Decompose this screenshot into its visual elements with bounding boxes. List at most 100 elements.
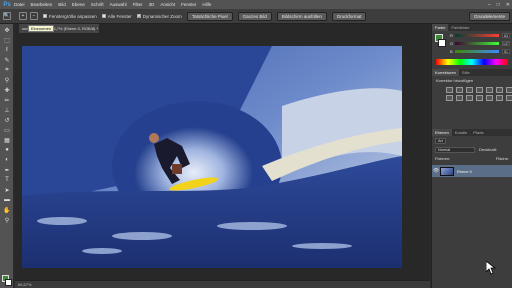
layers-lock-row: Fixieren: Fläche: <box>432 154 512 163</box>
layer-kind-filter[interactable]: Art <box>435 137 446 144</box>
layer-row[interactable]: 👁 Ebene 0 <box>432 165 512 177</box>
color-balance-icon[interactable] <box>506 87 512 93</box>
eyedropper-tool-icon[interactable]: ⚲ <box>2 76 12 84</box>
image-canvas[interactable] <box>22 46 402 268</box>
color-lookup-icon[interactable] <box>476 95 483 101</box>
adjustments-panel-tabs: Korrekturen Stile <box>432 69 512 76</box>
tab-kanaele[interactable]: Kanäle <box>452 129 470 136</box>
zoom-tool-icon[interactable]: 🔍 <box>3 12 11 20</box>
vibrance-icon[interactable] <box>486 87 493 93</box>
tab-farbfelder[interactable]: Farbfelder <box>448 24 472 31</box>
stamp-tool-icon[interactable]: ⊥ <box>2 106 12 114</box>
layer-name[interactable]: Ebene 0 <box>457 169 472 174</box>
exposure-icon[interactable] <box>476 87 483 93</box>
brightness-icon[interactable] <box>446 87 453 93</box>
slider-r-value[interactable]: 63 <box>502 32 510 38</box>
pen-tool-icon[interactable]: ✒ <box>2 166 12 174</box>
layers-panel-tabs: Ebenen Kanäle Pfade <box>432 129 512 136</box>
slider-g-track[interactable] <box>455 41 499 45</box>
scrubby-zoom-checkbox[interactable]: ✓ Dynamischer Zoom <box>136 13 182 19</box>
color-panel-tabs: Farbe Farbfelder <box>432 24 512 31</box>
background-color-swatch[interactable] <box>5 279 12 286</box>
maximize-button[interactable]: □ <box>497 2 500 8</box>
lock-label: Fixieren: <box>435 156 451 161</box>
blend-mode-select[interactable]: Normal <box>435 146 475 153</box>
scrubby-zoom-label: Dynamischer Zoom <box>142 13 182 19</box>
menu-fenster[interactable]: Fenster <box>181 2 196 7</box>
zoom-tool-icon[interactable]: ⚲ <box>2 216 12 224</box>
type-tool-icon[interactable]: T <box>2 176 12 184</box>
adjustments-title: Korrektur hinzufügen <box>436 78 474 83</box>
zoom-in-icon[interactable]: + <box>19 12 27 20</box>
slider-b-track[interactable] <box>455 49 499 53</box>
gradient-tool-icon[interactable]: ▦ <box>2 136 12 144</box>
menu-ebene[interactable]: Ebene <box>72 2 85 7</box>
healing-tool-icon[interactable]: ✚ <box>2 86 12 94</box>
menu-schrift[interactable]: Schrift <box>91 2 104 7</box>
tools-panel: ✥ ⬚ ℓ ✎ ⌗ ⚲ ✚ ✏ ⊥ ↺ ▭ ▦ ● ◐ ✒ T ➤ ▬ ✋ ⚲ <box>0 24 14 288</box>
slider-b-value[interactable]: 51 <box>502 48 510 54</box>
opacity-label: Deckkraft: <box>479 147 498 152</box>
posterize-icon[interactable] <box>496 95 503 101</box>
blur-tool-icon[interactable]: ● <box>2 146 12 154</box>
workspace-switcher[interactable]: Grundelemente <box>468 12 510 21</box>
crop-tool-icon[interactable]: ⌗ <box>2 66 12 74</box>
history-brush-tool-icon[interactable]: ↺ <box>2 116 12 124</box>
slider-g-value[interactable]: 137 <box>502 40 510 46</box>
lasso-tool-icon[interactable]: ℓ <box>2 46 12 54</box>
tab-farbe[interactable]: Farbe <box>432 24 449 31</box>
eye-icon[interactable]: 👁 <box>432 168 440 174</box>
zoom-level[interactable]: 66,67% <box>18 282 32 287</box>
menu-bearbeiten[interactable]: Bearbeiten <box>31 2 53 7</box>
invert-icon[interactable] <box>486 95 493 101</box>
menu-filter[interactable]: Filter <box>133 2 143 7</box>
menu-hilfe[interactable]: Hilfe <box>202 2 211 7</box>
path-select-tool-icon[interactable]: ➤ <box>2 186 12 194</box>
tab-pfade[interactable]: Pfade <box>470 129 486 136</box>
zoom-out-icon[interactable]: − <box>30 12 38 20</box>
slider-r[interactable]: R 63 <box>432 31 512 39</box>
menu-3d[interactable]: 3D <box>149 2 155 7</box>
hue-saturation-icon[interactable] <box>496 87 503 93</box>
minimize-button[interactable]: – <box>488 2 491 8</box>
color-spectrum[interactable] <box>436 59 508 65</box>
zoom-tooltip: Einzoomen <box>28 25 55 32</box>
tab-korrekturen[interactable]: Korrekturen <box>432 69 459 76</box>
right-panel-dock: Farbe Farbfelder R 63 G 137 B 51 Korrekt… <box>431 24 512 288</box>
brush-tool-icon[interactable]: ✏ <box>2 96 12 104</box>
close-button[interactable]: ✕ <box>506 2 510 8</box>
actual-pixels-button[interactable]: Tatsächliche Pixel <box>186 11 233 21</box>
black-white-icon[interactable] <box>446 95 453 101</box>
layers-blend-row: Normal Deckkraft: <box>432 145 512 154</box>
fit-screen-button[interactable]: Ganzes Bild <box>237 11 272 21</box>
threshold-icon[interactable] <box>506 95 512 101</box>
curves-icon[interactable] <box>466 87 473 93</box>
slider-r-track[interactable] <box>455 33 499 37</box>
levels-icon[interactable] <box>456 87 463 93</box>
bg-color-chip[interactable] <box>438 39 446 47</box>
fill-label: Fläche: <box>495 156 509 161</box>
menu-bild[interactable]: Bild <box>58 2 66 7</box>
all-windows-checkbox[interactable]: Alle Fenster <box>101 14 132 19</box>
dodge-tool-icon[interactable]: ◐ <box>2 156 12 164</box>
eraser-tool-icon[interactable]: ▭ <box>2 126 12 134</box>
channel-mixer-icon[interactable] <box>466 95 473 101</box>
menu-auswahl[interactable]: Auswahl <box>110 2 127 7</box>
status-bar: 66,67% <box>15 280 430 288</box>
menu-ansicht[interactable]: Ansicht <box>160 2 175 7</box>
window-controls: – □ ✕ <box>488 0 510 9</box>
marquee-tool-icon[interactable]: ⬚ <box>2 36 12 44</box>
print-size-button[interactable]: Druckformat <box>331 11 367 21</box>
slider-b[interactable]: B 51 <box>432 47 512 55</box>
tab-ebenen[interactable]: Ebenen <box>432 129 452 136</box>
hand-tool-icon[interactable]: ✋ <box>2 206 12 214</box>
resize-windows-checkbox[interactable]: Fenstergröße anpassen <box>43 14 97 19</box>
shape-tool-icon[interactable]: ▬ <box>2 196 12 204</box>
photo-filter-icon[interactable] <box>456 95 463 101</box>
fill-screen-button[interactable]: Bildschirm ausfüllen <box>276 11 327 21</box>
tab-stile[interactable]: Stile <box>459 69 473 76</box>
layer-thumbnail <box>440 166 454 176</box>
move-tool-icon[interactable]: ✥ <box>2 26 12 34</box>
menu-datei[interactable]: Datei <box>14 2 25 7</box>
quick-select-tool-icon[interactable]: ✎ <box>2 56 12 64</box>
